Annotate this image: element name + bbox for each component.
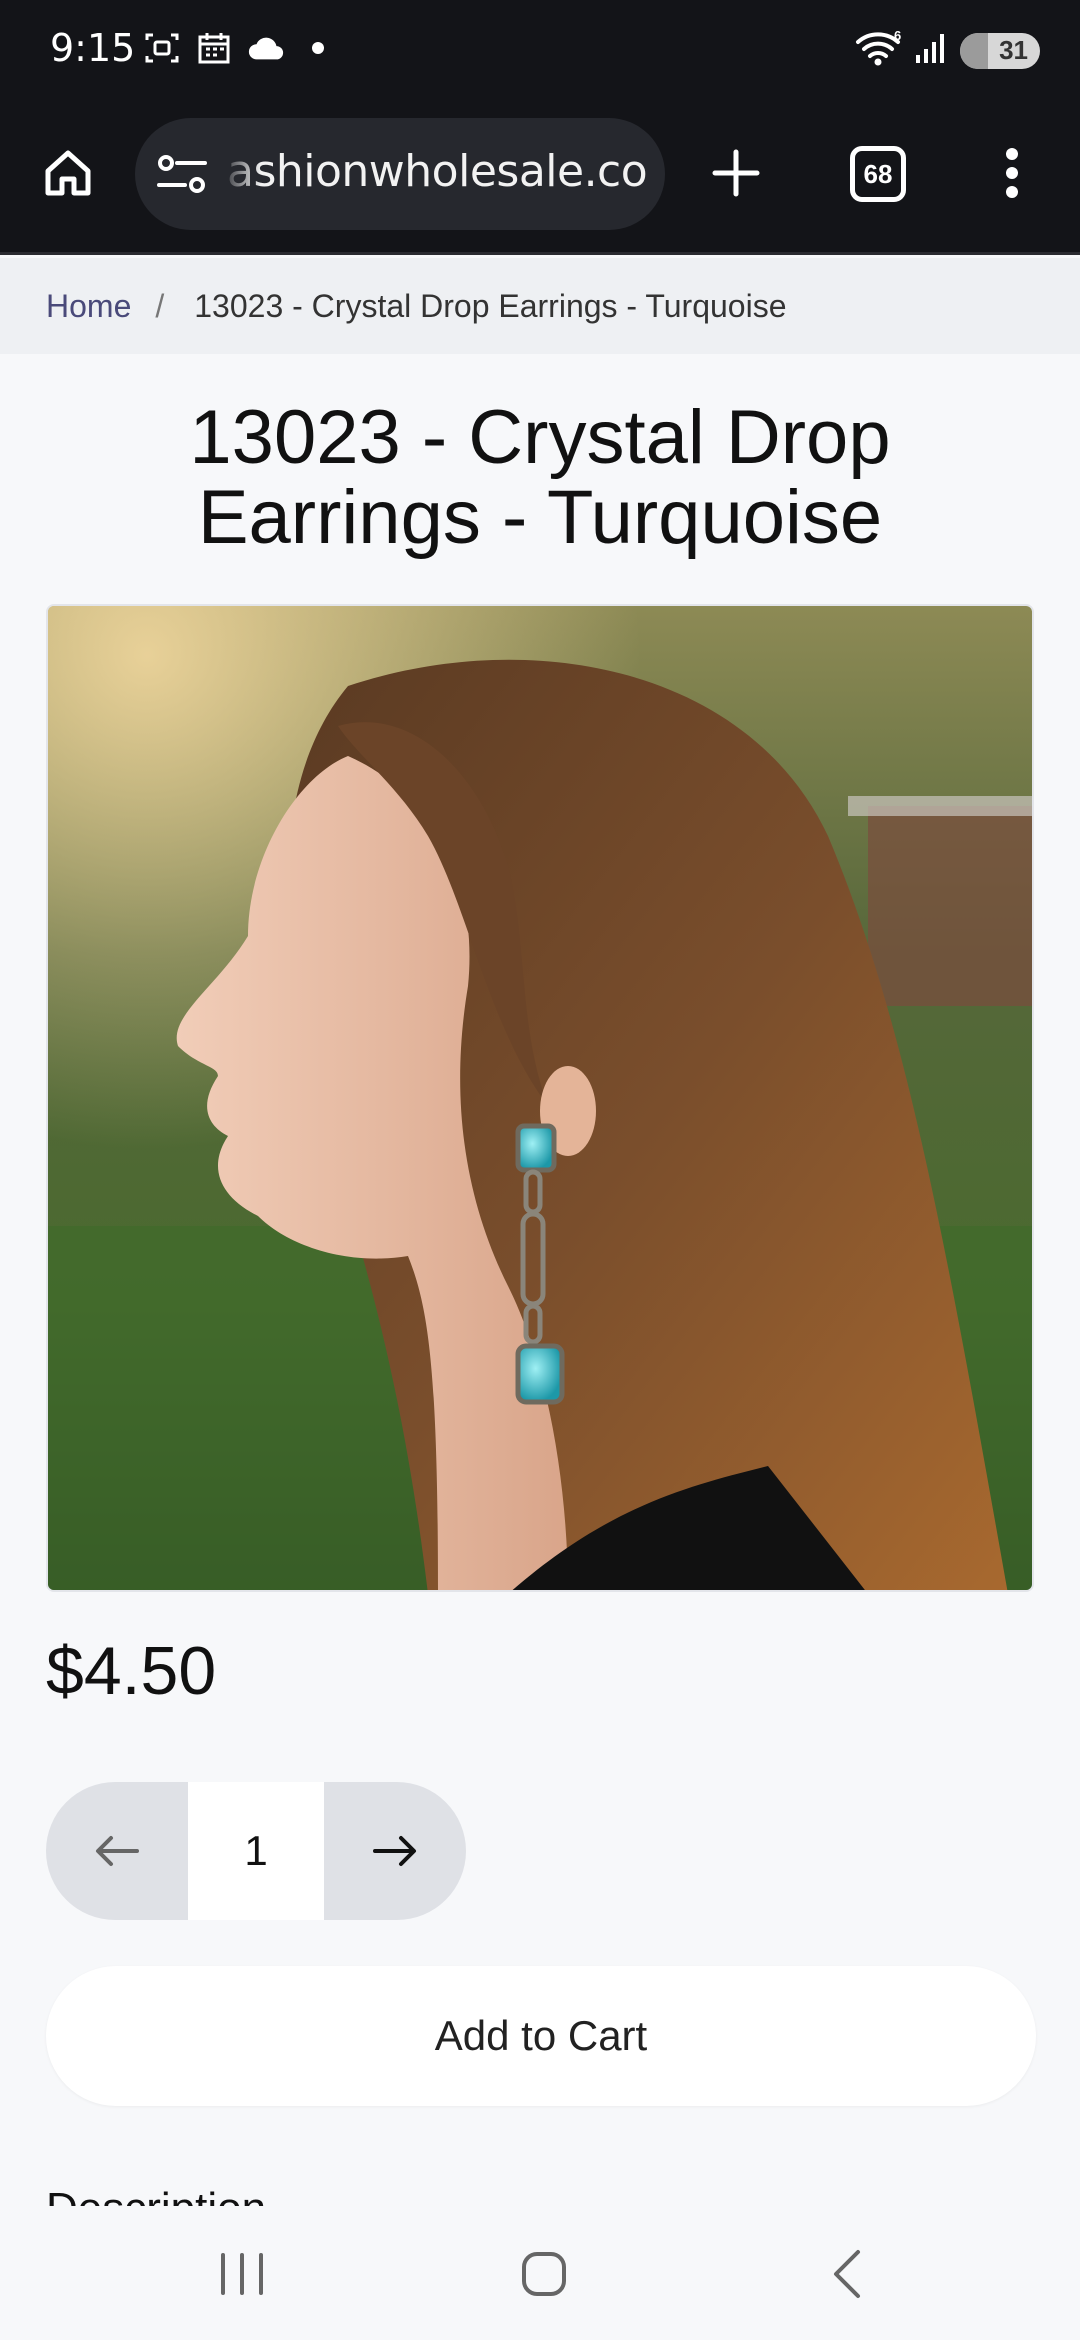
quantity-input[interactable]: 1: [188, 1782, 324, 1920]
plus-icon: [712, 149, 760, 197]
cloud-icon: [247, 30, 285, 66]
home-nav-button[interactable]: [504, 2242, 584, 2306]
site-settings-icon[interactable]: [157, 154, 207, 196]
battery-indicator: 31: [960, 32, 1040, 69]
screenshot-icon: [143, 30, 181, 66]
more-vert-icon: [1006, 148, 1018, 198]
wifi-icon: 6: [854, 28, 904, 73]
browser-toolbar: ashionwholesale.com 68: [0, 100, 1080, 255]
home-button[interactable]: [38, 143, 98, 203]
new-tab-button[interactable]: [706, 143, 766, 203]
quantity-decrease-button[interactable]: [46, 1782, 188, 1920]
breadcrumb-current: 13023 - Crystal Drop Earrings - Turquois…: [194, 287, 787, 324]
arrow-left-icon: [96, 1836, 139, 1866]
product-photo: [48, 606, 1032, 1590]
quantity-increase-button[interactable]: [324, 1782, 466, 1920]
add-to-cart-button[interactable]: Add to Cart: [46, 1966, 1036, 2106]
recent-apps-icon: [221, 2253, 263, 2295]
breadcrumb-separator: /: [155, 287, 165, 324]
product-price: $4.50: [46, 1633, 217, 1709]
battery-level: 31: [999, 35, 1028, 65]
home-icon: [45, 150, 91, 196]
back-chevron-icon: [834, 2250, 860, 2298]
back-button[interactable]: [808, 2242, 888, 2306]
dot-icon: [299, 30, 337, 66]
url-text[interactable]: ashionwholesale.com: [227, 146, 647, 197]
arrow-right-icon: [373, 1836, 416, 1866]
wifi-generation-label: 6: [894, 28, 901, 43]
breadcrumb-home-link[interactable]: Home: [46, 288, 131, 325]
product-title: 13023 - Crystal Drop Earrings - Turquois…: [189, 395, 891, 560]
tab-switcher-button[interactable]: 68: [850, 146, 906, 202]
product-image[interactable]: [46, 604, 1034, 1592]
status-notification-icons: [143, 30, 337, 66]
status-bar: 9:15 6 31: [0, 0, 1080, 100]
home-circle-icon: [522, 2252, 566, 2296]
quantity-stepper: 1: [46, 1782, 466, 1920]
address-bar[interactable]: ashionwholesale.com: [135, 118, 665, 230]
status-time: 9:15: [50, 26, 136, 70]
system-navigation-bar: [0, 2206, 1080, 2340]
status-system-icons: 6 31: [854, 28, 1040, 73]
calendar-icon: [195, 30, 233, 66]
browser-menu-button[interactable]: [992, 143, 1032, 203]
breadcrumb: Home / 13023 - Crystal Drop Earrings - T…: [0, 258, 1080, 354]
recent-apps-button[interactable]: [202, 2242, 282, 2306]
signal-icon: [914, 31, 950, 70]
